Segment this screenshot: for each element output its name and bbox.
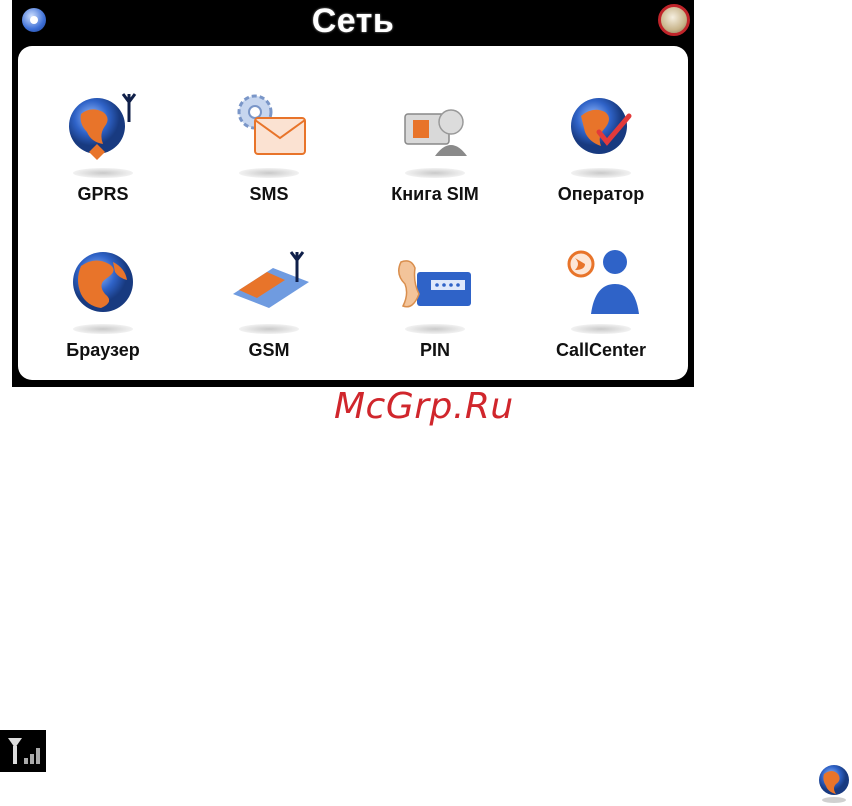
- menu-item-operator[interactable]: Оператор: [526, 56, 676, 206]
- menu-item-gprs[interactable]: GPRS: [28, 56, 178, 206]
- menu-item-browser[interactable]: Браузер: [28, 212, 178, 362]
- envelope-gear-icon: [237, 94, 306, 155]
- watermark-text: McGrp.Ru: [334, 386, 514, 427]
- menu-item-label: GPRS: [77, 184, 129, 204]
- globe-check-icon: [571, 98, 632, 154]
- call-center-person-icon: [567, 250, 639, 314]
- icon-shadow: [239, 324, 299, 334]
- menu-item-sim-book[interactable]: Книга SIM: [360, 56, 510, 206]
- icon-shadow: [73, 168, 133, 178]
- title-bar: Сеть: [12, 0, 694, 42]
- menu-item-pin[interactable]: PIN: [360, 212, 510, 362]
- menu-panel: GPRS SMS Книга SIM Оператор Браузер GSM …: [18, 46, 688, 380]
- menu-item-label: PIN: [419, 340, 450, 360]
- globe-antenna-icon: [69, 93, 137, 160]
- icon-shadow: [405, 324, 465, 334]
- page-title: Сеть: [311, 2, 395, 40]
- menu-item-label: GSM: [248, 340, 290, 360]
- menu-item-label: Оператор: [557, 184, 645, 204]
- icon-shadow: [571, 324, 631, 334]
- menu-item-label: CallCenter: [555, 340, 647, 360]
- icon-shadow: [73, 324, 133, 334]
- globe-icon: [819, 765, 849, 803]
- signal-strength-icon: [0, 730, 46, 772]
- menu-item-sms[interactable]: SMS: [194, 56, 344, 206]
- pin-keypad-icon: [398, 260, 471, 308]
- sim-card-antenna-icon: [233, 251, 309, 308]
- menu-item-label: SMS: [249, 184, 289, 204]
- menu-item-gsm[interactable]: GSM: [194, 212, 344, 362]
- icon-shadow: [405, 168, 465, 178]
- menu-item-label: Браузер: [66, 340, 140, 360]
- menu-item-call-center[interactable]: CallCenter: [526, 212, 676, 362]
- device-screen: Сеть GPRS SMS Книга SIM Оператор Браузер…: [12, 0, 694, 387]
- icon-shadow: [239, 168, 299, 178]
- sim-contacts-icon: [404, 109, 467, 156]
- globe-browser-icon: [73, 252, 133, 312]
- menu-item-label: Книга SIM: [391, 184, 479, 204]
- home-icon[interactable]: [658, 4, 690, 36]
- icon-shadow: [571, 168, 631, 178]
- menu-grid: GPRS SMS Книга SIM Оператор Браузер GSM …: [18, 46, 688, 380]
